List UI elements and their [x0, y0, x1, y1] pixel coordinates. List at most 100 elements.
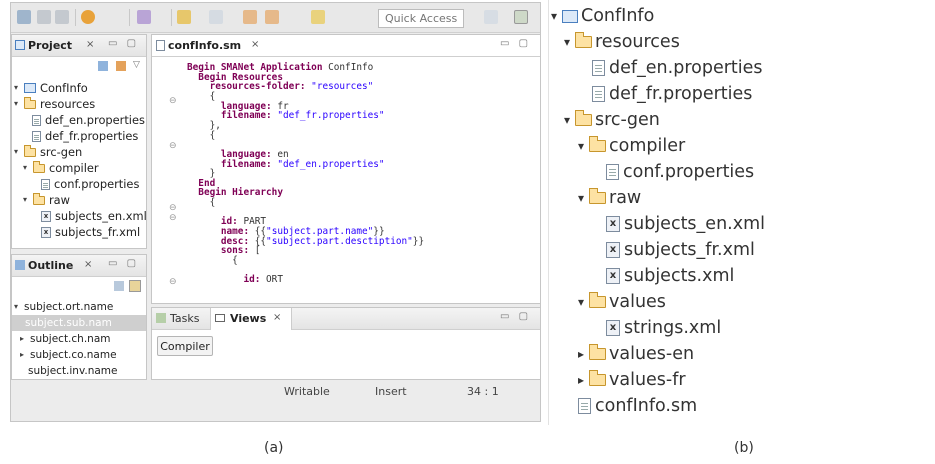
view-controls[interactable]: ▭ ▢: [108, 258, 139, 269]
tree-item-conf-properties[interactable]: conf.properties: [606, 162, 754, 182]
sort-icon[interactable]: [114, 281, 124, 291]
file-icon: [592, 60, 605, 76]
expand-icon[interactable]: ▾: [14, 96, 22, 112]
enlarged-project-tree: ▾ ConfInfo ▾ resources def_en.properties d…: [551, 0, 935, 430]
tree-item-src-gen[interactable]: ▾ src-gen: [564, 110, 660, 130]
tree-item-resources[interactable]: ▾ resources: [14, 96, 95, 112]
tasks-icon: [156, 313, 166, 323]
perspective-icon[interactable]: [514, 10, 528, 24]
expand-icon[interactable]: ▾: [578, 139, 589, 153]
expand-icon[interactable]: ▾: [578, 295, 589, 309]
quick-access-input[interactable]: [378, 9, 464, 28]
tree-item-confinfo[interactable]: ▾ ConfInfo: [14, 80, 88, 96]
tree-item-compiler[interactable]: ▾ compiler: [578, 136, 685, 156]
file-icon: [41, 178, 50, 190]
tree-item-src-gen[interactable]: ▾ src-gen: [14, 144, 82, 160]
search-icon[interactable]: [177, 10, 191, 24]
tree-item-resources[interactable]: ▾ resources: [564, 32, 680, 52]
fold-marker-icon[interactable]: ⊖: [169, 141, 177, 151]
tree-item-subjects[interactable]: x subjects.xml: [606, 266, 734, 286]
tree-item-values[interactable]: ▾ values: [578, 292, 666, 312]
forward-icon[interactable]: [265, 10, 279, 24]
tree-item-values-fr[interactable]: ▸ values-fr: [578, 370, 686, 390]
xml-file-icon: x: [606, 216, 620, 232]
fold-marker-icon[interactable]: ⊖: [169, 277, 177, 287]
new-icon[interactable]: [17, 10, 31, 24]
expand-icon[interactable]: ▾: [578, 191, 589, 205]
tree-item-conf-properties[interactable]: conf.properties: [41, 176, 139, 192]
views-icon: [215, 314, 225, 322]
view-controls[interactable]: ▭ ▢: [108, 38, 139, 49]
tree-item-subjects-fr[interactable]: x subjects_fr.xml: [606, 240, 755, 260]
open-perspective-icon[interactable]: [484, 10, 498, 24]
tools-icon[interactable]: [137, 10, 151, 24]
fold-marker-icon[interactable]: ⊖: [169, 213, 177, 223]
tree-item-def-en[interactable]: def_en.properties: [592, 58, 763, 78]
tree-item-subjects-fr[interactable]: x subjects_fr.xml: [41, 224, 140, 240]
expand-icon[interactable]: ▾: [23, 160, 31, 176]
back-icon[interactable]: [243, 10, 257, 24]
tree-item-compiler[interactable]: ▾ compiler: [23, 160, 99, 176]
tree-item-raw[interactable]: ▾ raw: [23, 192, 70, 208]
collapse-icon[interactable]: ▸: [578, 347, 589, 361]
collapse-all-icon[interactable]: [98, 61, 108, 71]
tree-item-values-en[interactable]: ▸ values-en: [578, 344, 694, 364]
tree-item-raw[interactable]: ▾ raw: [578, 188, 641, 208]
fold-marker-icon[interactable]: ⊖: [169, 96, 177, 106]
expand-icon[interactable]: ▾: [564, 113, 575, 127]
outline-item[interactable]: subject.inv.name: [28, 363, 117, 379]
filter-icon[interactable]: [129, 280, 141, 292]
expand-icon[interactable]: ▾: [551, 9, 562, 23]
folder-icon: [575, 32, 592, 48]
tree-item-subjects-en[interactable]: x subjects_en.xml: [41, 208, 147, 224]
tree-item-def-en[interactable]: def_en.properties: [32, 112, 145, 128]
outline-item-selected[interactable]: subject.sub.nam: [12, 315, 146, 331]
outline-item[interactable]: ▾ subject.ort.name: [14, 299, 113, 315]
close-icon[interactable]: ×: [251, 39, 259, 50]
compiler-button[interactable]: Compiler: [157, 336, 213, 356]
close-icon[interactable]: ×: [86, 39, 94, 50]
editor-tab[interactable]: confInfo.sm × ▭ ▢: [152, 35, 540, 57]
ide-window: Project × ▭ ▢ ▽ ▾ConfInfo ▾resources def…: [10, 2, 541, 422]
code-line: {: [187, 255, 238, 266]
folder-icon: [589, 292, 606, 308]
tree-item-def-fr[interactable]: def_fr.properties: [592, 84, 752, 104]
save-all-icon[interactable]: [55, 10, 69, 24]
outline-view-tab[interactable]: Outline × ▭ ▢: [12, 255, 146, 277]
tree-item-confinfo[interactable]: ▾ ConfInfo: [551, 6, 654, 26]
caption-a: (a): [264, 440, 284, 456]
fold-marker-icon[interactable]: ⊖: [169, 203, 177, 213]
tab-tasks[interactable]: Tasks: [170, 312, 199, 325]
tree-item-confinfo-sm[interactable]: confInfo.sm: [578, 396, 697, 416]
tree-item-def-fr[interactable]: def_fr.properties: [32, 128, 138, 144]
close-icon[interactable]: ×: [84, 259, 92, 270]
expand-icon[interactable]: ▸: [20, 331, 28, 347]
bottom-tabs: Tasks Views × ▭ ▢: [152, 308, 540, 330]
debug-icon[interactable]: [81, 10, 95, 24]
status-insert: Insert: [375, 385, 407, 398]
collapse-icon[interactable]: ▸: [578, 373, 589, 387]
tree-item-subjects-en[interactable]: x subjects_en.xml: [606, 214, 765, 234]
code-editor[interactable]: Begin SMANet Application ConfInfo Begin …: [152, 59, 540, 303]
expand-icon[interactable]: ▾: [14, 299, 22, 315]
expand-icon[interactable]: ▸: [20, 347, 28, 363]
view-menu-icon[interactable]: ▽: [133, 60, 140, 70]
next-annotation-icon[interactable]: [209, 10, 223, 24]
outline-item[interactable]: ▸ subject.co.name: [20, 347, 117, 363]
tree-item-strings[interactable]: x strings.xml: [606, 318, 721, 338]
project-view-tab[interactable]: Project × ▭ ▢: [12, 35, 146, 57]
tab-views[interactable]: Views: [230, 312, 266, 325]
view-controls[interactable]: ▭ ▢: [500, 38, 531, 49]
expand-icon[interactable]: ▾: [14, 144, 22, 160]
file-icon: [32, 130, 41, 142]
expand-icon[interactable]: ▾: [564, 35, 575, 49]
link-editor-icon[interactable]: [116, 61, 126, 71]
expand-icon[interactable]: ▾: [23, 192, 31, 208]
outline-item[interactable]: ▸ subject.ch.nam: [20, 331, 110, 347]
expand-icon[interactable]: ▾: [14, 80, 22, 96]
pin-icon[interactable]: [311, 10, 325, 24]
view-controls[interactable]: ▭ ▢: [500, 311, 531, 322]
close-icon[interactable]: ×: [273, 312, 281, 323]
save-icon[interactable]: [37, 10, 51, 24]
folder-icon: [24, 144, 36, 157]
